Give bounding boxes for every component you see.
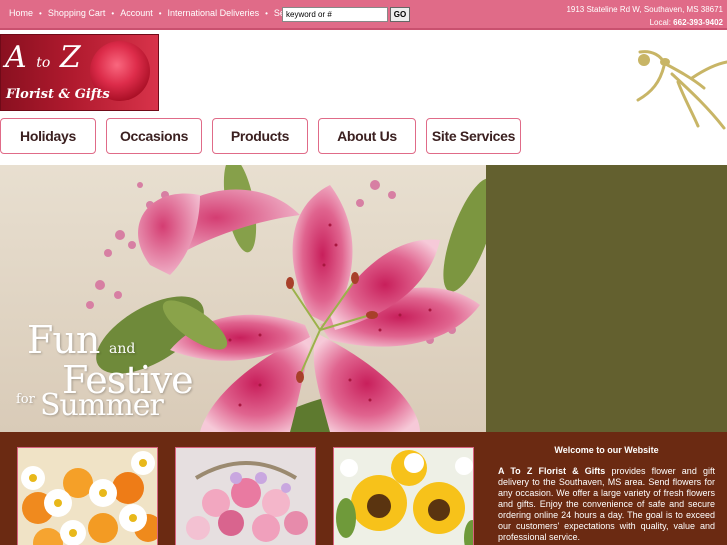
hero-banner[interactable]: Fun and Festive for Summer bbox=[0, 165, 486, 432]
address-line: 1913 Stateline Rd W, Southaven, MS 38671 bbox=[566, 5, 723, 14]
site-logo[interactable]: A to Z Florist & Gifts bbox=[0, 34, 159, 111]
hero-side-panel bbox=[486, 165, 727, 432]
nav-separator: • bbox=[265, 8, 268, 18]
nav-products[interactable]: Products bbox=[212, 118, 308, 154]
slogan-and: and bbox=[109, 341, 136, 357]
slogan-summer: Summer bbox=[40, 388, 164, 423]
nav-about-us[interactable]: About Us bbox=[318, 118, 416, 154]
go-button[interactable]: GO bbox=[390, 7, 410, 22]
pink-basket-image bbox=[176, 448, 315, 545]
welcome-brand: A To Z Florist & Gifts bbox=[498, 466, 606, 476]
top-bar: Home • Shopping Cart • Account • Interna… bbox=[0, 0, 727, 30]
nav-separator: • bbox=[39, 8, 42, 18]
mercury-mascot-icon bbox=[636, 50, 727, 130]
page: Home • Shopping Cart • Account • Interna… bbox=[0, 0, 727, 545]
welcome-body: provides flower and gift delivery to the… bbox=[498, 466, 715, 542]
logo-subtitle: Florist & Gifts bbox=[6, 87, 110, 102]
phone-line: Local: 662-393-9402 bbox=[566, 16, 723, 29]
nav-separator: • bbox=[158, 8, 162, 18]
product-thumbnail-daisies[interactable] bbox=[17, 447, 158, 545]
product-thumbnail-sunflowers[interactable] bbox=[333, 447, 474, 545]
logo-letters: A to Z bbox=[5, 40, 81, 75]
sunflower-bouquet-image bbox=[334, 448, 473, 545]
top-nav: Home • Shopping Cart • Account • Interna… bbox=[9, 8, 302, 18]
search-input[interactable] bbox=[282, 7, 388, 22]
phone-number[interactable]: 662-393-9402 bbox=[673, 18, 723, 27]
local-label: Local: bbox=[649, 18, 671, 27]
product-thumbnail-basket[interactable] bbox=[175, 447, 316, 545]
nav-site-services[interactable]: Site Services bbox=[426, 118, 521, 154]
slogan-fun: Fun bbox=[27, 318, 100, 362]
shopping-cart-link[interactable]: Shopping Cart bbox=[48, 8, 106, 18]
slogan-for: for bbox=[16, 392, 35, 407]
welcome-title: Welcome to our Website bbox=[554, 445, 659, 455]
nav-occasions[interactable]: Occasions bbox=[106, 118, 202, 154]
daisy-bouquet-image bbox=[18, 448, 157, 545]
international-deliveries-link[interactable]: International Deliveries bbox=[168, 8, 260, 18]
account-link[interactable]: Account bbox=[120, 8, 153, 18]
welcome-text: A To Z Florist & Gifts provides flower a… bbox=[498, 466, 715, 543]
home-link[interactable]: Home bbox=[9, 8, 33, 18]
nav-holidays[interactable]: Holidays bbox=[0, 118, 96, 154]
store-address: 1913 Stateline Rd W, Southaven, MS 38671… bbox=[566, 3, 723, 29]
nav-separator: • bbox=[111, 8, 115, 18]
